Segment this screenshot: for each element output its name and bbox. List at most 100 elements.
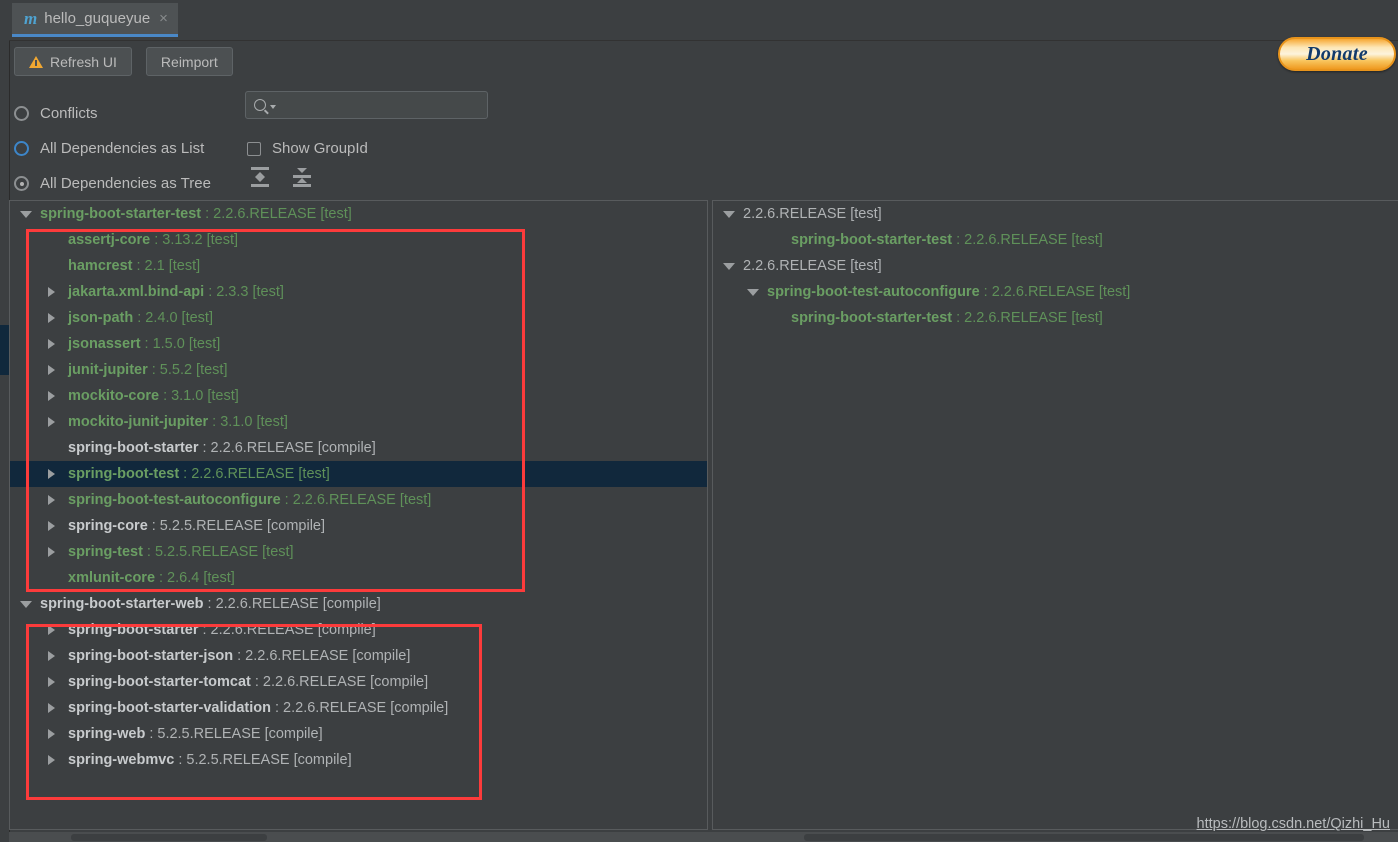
tree-row[interactable]: 2.2.6.RELEASE [test] xyxy=(713,201,1398,227)
dependency-tree-panel[interactable]: spring-boot-starter-test:2.2.6.RELEASE [… xyxy=(9,200,708,830)
chevron-down-icon[interactable] xyxy=(20,600,32,608)
chevron-right-icon[interactable] xyxy=(48,469,55,479)
tree-toggle-slot[interactable] xyxy=(48,729,68,739)
chevron-right-icon[interactable] xyxy=(48,547,55,557)
tree-row[interactable]: spring-boot-test-autoconfigure:2.2.6.REL… xyxy=(10,487,707,513)
tree-row[interactable]: spring-core:5.2.5.RELEASE [compile] xyxy=(10,513,707,539)
tree-row[interactable]: mockito-core:3.1.0 [test] xyxy=(10,383,707,409)
tree-toggle-slot[interactable] xyxy=(723,210,743,218)
artifact-version-scope: 5.2.5.RELEASE [compile] xyxy=(186,752,352,768)
tree-toggle-slot[interactable] xyxy=(20,210,40,218)
artifact-name: hamcrest xyxy=(68,258,133,274)
tree-toggle-slot[interactable] xyxy=(20,600,40,608)
radio-all-dependencies-as-tree[interactable]: All Dependencies as Tree xyxy=(14,175,211,192)
chevron-right-icon[interactable] xyxy=(48,313,55,323)
tree-toggle-slot[interactable] xyxy=(48,469,68,479)
tree-row[interactable]: junit-jupiter:5.5.2 [test] xyxy=(10,357,707,383)
tree-toggle-slot[interactable] xyxy=(48,755,68,765)
artifact-version-scope: 2.2.6.RELEASE [compile] xyxy=(215,596,381,612)
tree-row[interactable]: spring-boot-starter-test:2.2.6.RELEASE [… xyxy=(10,201,707,227)
chevron-down-icon[interactable] xyxy=(723,210,735,218)
tree-row[interactable]: spring-boot-starter:2.2.6.RELEASE [compi… xyxy=(10,435,707,461)
tree-row[interactable]: hamcrest:2.1 [test] xyxy=(10,253,707,279)
tab-hello-guqueyue[interactable]: m hello_guqueyue × xyxy=(12,3,178,37)
tree-toggle-slot[interactable] xyxy=(48,677,68,687)
tree-row[interactable]: spring-test:5.2.5.RELEASE [test] xyxy=(10,539,707,565)
tree-row[interactable]: mockito-junit-jupiter:3.1.0 [test] xyxy=(10,409,707,435)
tree-row[interactable]: spring-boot-test:2.2.6.RELEASE [test] xyxy=(10,461,707,487)
tree-row[interactable]: xmlunit-core:2.6.4 [test] xyxy=(10,565,707,591)
tree-toggle-slot[interactable] xyxy=(48,287,68,297)
chevron-right-icon[interactable] xyxy=(48,391,55,401)
radio-all-dependencies-as-list[interactable]: All Dependencies as List xyxy=(14,140,204,157)
tool-window-stripe-active-marker[interactable] xyxy=(0,325,9,375)
tree-toggle-slot[interactable] xyxy=(48,651,68,661)
tree-row[interactable]: json-path:2.4.0 [test] xyxy=(10,305,707,331)
checkbox-icon-show-groupid xyxy=(247,141,261,156)
dependency-usages-tree: 2.2.6.RELEASE [test] spring-boot-starter-… xyxy=(713,201,1398,331)
checkbox-show-groupid[interactable]: Show GroupId xyxy=(247,140,368,157)
tree-row[interactable]: spring-boot-starter-test:2.2.6.RELEASE [… xyxy=(713,227,1398,253)
chevron-right-icon[interactable] xyxy=(48,755,55,765)
radio-conflicts[interactable]: Conflicts xyxy=(14,105,98,122)
chevron-right-icon[interactable] xyxy=(48,339,55,349)
expand-all-icon[interactable] xyxy=(248,166,272,188)
artifact-name: json-path xyxy=(68,310,134,326)
search-input[interactable] xyxy=(245,91,488,119)
tree-row[interactable]: 2.2.6.RELEASE [test] xyxy=(713,253,1398,279)
tree-toggle-slot[interactable] xyxy=(48,495,68,505)
tree-toggle-slot xyxy=(48,573,68,583)
tree-toggle-slot[interactable] xyxy=(723,262,743,270)
tree-row[interactable]: jsonassert:1.5.0 [test] xyxy=(10,331,707,357)
tree-toggle-slot[interactable] xyxy=(48,547,68,557)
chevron-right-icon[interactable] xyxy=(48,495,55,505)
tree-row[interactable]: spring-boot-test-autoconfigure:2.2.6.REL… xyxy=(713,279,1398,305)
chevron-down-icon[interactable] xyxy=(723,262,735,270)
tree-row[interactable]: spring-boot-starter-web:2.2.6.RELEASE [c… xyxy=(10,591,707,617)
chevron-right-icon[interactable] xyxy=(48,703,55,713)
bottom-scrollbar-area[interactable] xyxy=(9,832,1398,842)
chevron-right-icon[interactable] xyxy=(48,287,55,297)
dependency-detail-panel[interactable]: 2.2.6.RELEASE [test] spring-boot-starter-… xyxy=(712,200,1398,830)
tree-toggle-slot[interactable] xyxy=(747,288,767,296)
chevron-right-icon[interactable] xyxy=(48,365,55,375)
horizontal-scrollbar-thumb-right[interactable] xyxy=(804,834,1364,841)
chevron-right-icon[interactable] xyxy=(48,651,55,661)
tree-row[interactable]: spring-boot-starter-test:2.2.6.RELEASE [… xyxy=(713,305,1398,331)
checkbox-show-groupid-label: Show GroupId xyxy=(272,140,368,157)
tree-row[interactable]: jakarta.xml.bind-api:2.3.3 [test] xyxy=(10,279,707,305)
tree-toggle-slot[interactable] xyxy=(48,365,68,375)
tree-row[interactable]: spring-boot-starter-json:2.2.6.RELEASE [… xyxy=(10,643,707,669)
collapse-all-icon[interactable] xyxy=(290,166,314,188)
chevron-down-icon[interactable] xyxy=(270,105,276,109)
artifact-name: spring-boot-starter-tomcat xyxy=(68,674,251,690)
tree-toggle-slot[interactable] xyxy=(48,703,68,713)
reimport-button[interactable]: Reimport xyxy=(145,47,233,76)
tree-toggle-slot[interactable] xyxy=(48,521,68,531)
tree-row[interactable]: spring-webmvc:5.2.5.RELEASE [compile] xyxy=(10,747,707,773)
tree-row[interactable]: spring-boot-starter:2.2.6.RELEASE [compi… xyxy=(10,617,707,643)
chevron-right-icon[interactable] xyxy=(48,417,55,427)
tree-toggle-slot[interactable] xyxy=(48,339,68,349)
refresh-ui-button[interactable]: Refresh UI xyxy=(14,47,132,76)
artifact-version-scope: 3.1.0 [test] xyxy=(220,414,288,430)
tree-toggle-slot[interactable] xyxy=(48,313,68,323)
close-icon[interactable]: × xyxy=(159,11,168,26)
tree-toggle-slot[interactable] xyxy=(48,625,68,635)
chevron-right-icon[interactable] xyxy=(48,625,55,635)
tree-row[interactable]: spring-boot-starter-validation:2.2.6.REL… xyxy=(10,695,707,721)
chevron-right-icon[interactable] xyxy=(48,729,55,739)
chevron-down-icon[interactable] xyxy=(20,210,32,218)
editor-tab-bar: m hello_guqueyue × xyxy=(9,0,1398,41)
tree-toggle-slot[interactable] xyxy=(48,391,68,401)
chevron-down-icon[interactable] xyxy=(747,288,759,296)
tree-row[interactable]: assertj-core:3.13.2 [test] xyxy=(10,227,707,253)
horizontal-scrollbar-thumb-left[interactable] xyxy=(71,834,267,841)
tree-row[interactable]: spring-boot-starter-tomcat:2.2.6.RELEASE… xyxy=(10,669,707,695)
donate-button[interactable]: Donate xyxy=(1278,37,1396,71)
chevron-right-icon[interactable] xyxy=(48,521,55,531)
tree-toggle-slot[interactable] xyxy=(48,417,68,427)
tree-row[interactable]: spring-web:5.2.5.RELEASE [compile] xyxy=(10,721,707,747)
chevron-right-icon[interactable] xyxy=(48,677,55,687)
